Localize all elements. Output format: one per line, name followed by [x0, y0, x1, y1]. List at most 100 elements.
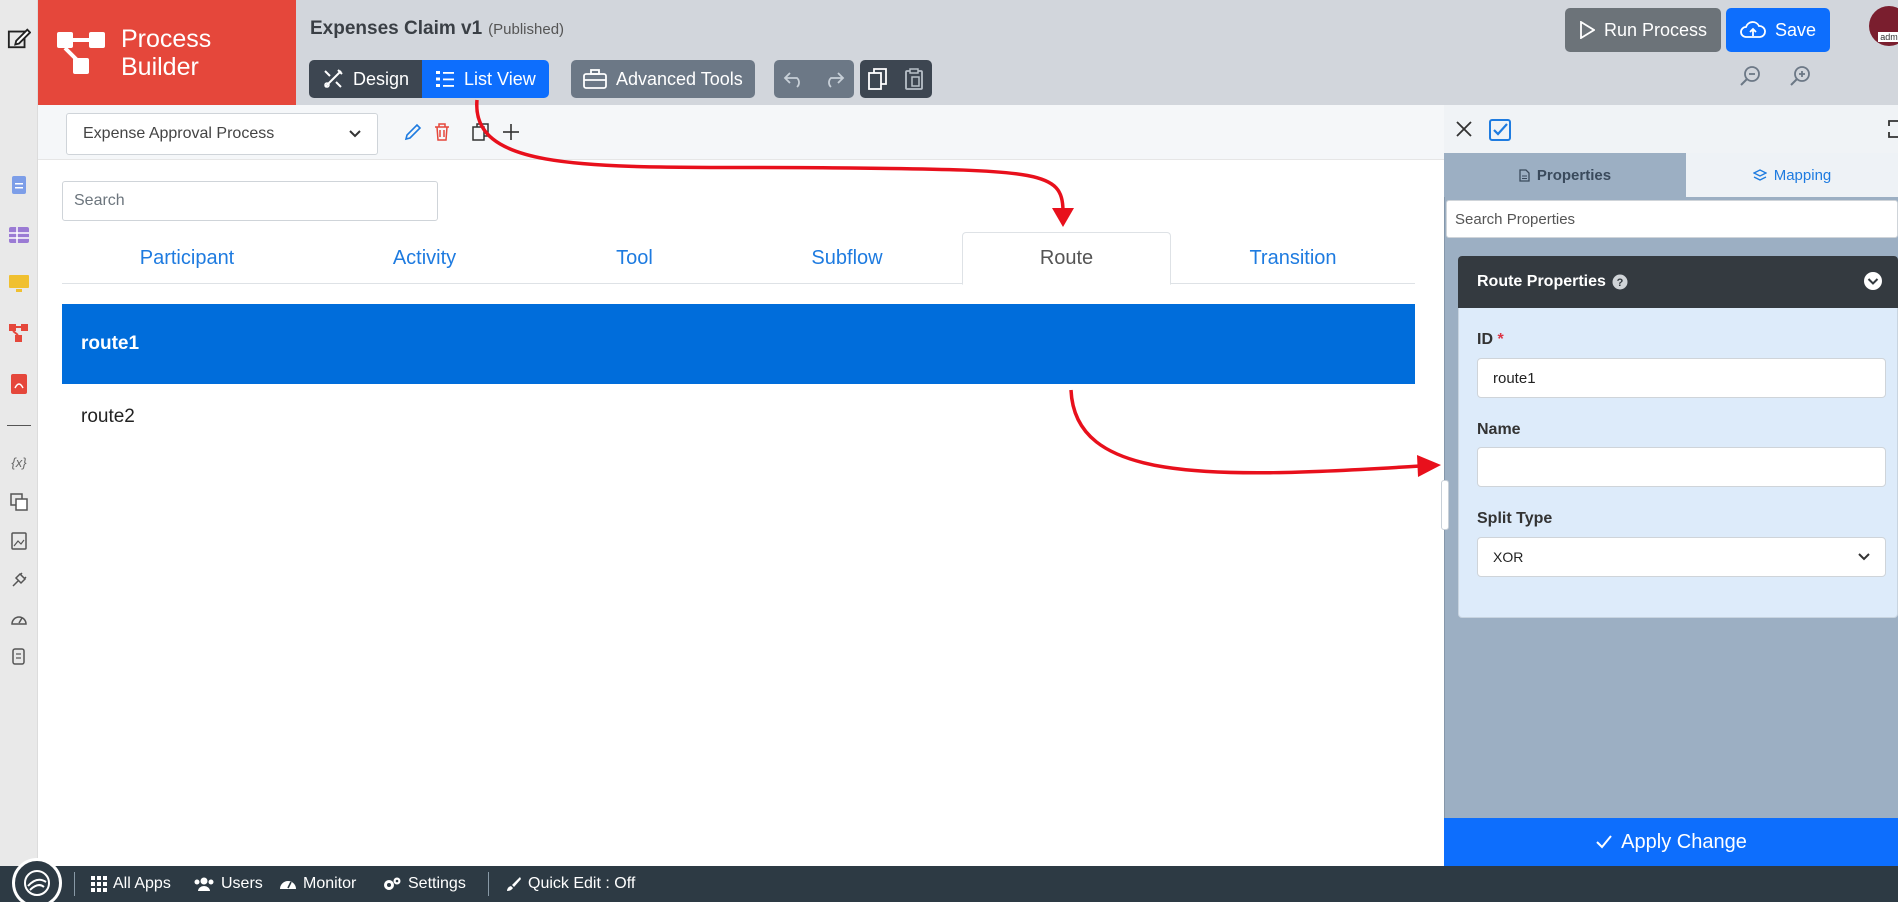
required-mark: *	[1497, 331, 1504, 348]
save-button[interactable]: Save	[1726, 8, 1831, 52]
platform-logo-icon[interactable]	[12, 858, 62, 902]
pdf-icon[interactable]	[7, 372, 31, 396]
name-label-text: Name	[1477, 421, 1521, 438]
route-properties-header[interactable]: Route Properties ?	[1458, 256, 1898, 308]
tab-participant[interactable]: Participant	[62, 232, 312, 284]
play-icon	[1580, 21, 1595, 39]
element-tabs: Participant Activity Tool Subflow Route …	[62, 232, 1415, 285]
edit-process-icon[interactable]	[404, 123, 422, 146]
copy-icon	[868, 68, 887, 90]
apply-change-label: Apply Change	[1621, 830, 1747, 853]
process-builder-logo-icon	[57, 31, 105, 74]
document-icon[interactable]	[7, 173, 31, 197]
design-button[interactable]: Design	[309, 60, 423, 98]
name-field[interactable]	[1477, 447, 1886, 487]
toolbox-icon	[583, 69, 607, 89]
app-logo[interactable]: Process Builder	[38, 0, 296, 105]
zoom-out-icon[interactable]	[1738, 64, 1762, 93]
advanced-tools-button[interactable]: Advanced Tools	[571, 60, 755, 98]
undo-redo-group	[774, 60, 854, 98]
footer-quick-edit-label: Quick Edit : Off	[528, 875, 636, 892]
list-view-label: List View	[464, 68, 536, 89]
tab-label: Subflow	[811, 246, 883, 269]
process-title: Expenses Claim v1	[310, 18, 483, 39]
footer-monitor[interactable]: Monitor	[279, 866, 356, 902]
process-select[interactable]: Expense Approval Process	[66, 113, 378, 155]
delete-process-icon[interactable]	[434, 123, 450, 146]
logo-line-1: Process	[121, 24, 212, 53]
save-group: Save	[1726, 8, 1831, 52]
check-icon	[1596, 835, 1612, 849]
split-type-select[interactable]: XOR	[1477, 537, 1886, 577]
left-rail: {x}	[0, 0, 38, 866]
plugin-icon[interactable]	[7, 568, 31, 592]
search-properties-input[interactable]	[1446, 200, 1898, 238]
chevron-down-icon	[1858, 553, 1870, 561]
undo-button[interactable]	[774, 60, 814, 98]
footer-users[interactable]: Users	[193, 866, 263, 902]
panel-toolbar	[1444, 105, 1898, 153]
tab-tool[interactable]: Tool	[537, 232, 732, 284]
expand-icon[interactable]	[1888, 120, 1898, 143]
panel-resize-handle[interactable]	[1441, 480, 1449, 530]
list-item-label: route2	[81, 406, 135, 427]
name-label: Name	[1477, 421, 1521, 439]
grid-icon	[91, 876, 107, 892]
redo-button[interactable]	[814, 60, 854, 98]
id-field[interactable]: route1	[1477, 358, 1886, 398]
variable-icon[interactable]: {x}	[7, 450, 31, 474]
id-field-value: route1	[1493, 369, 1536, 387]
copy-paste-group	[860, 60, 932, 98]
add-process-icon[interactable]	[502, 123, 520, 146]
zoom-in-icon[interactable]	[1788, 64, 1812, 93]
design-label: Design	[353, 68, 410, 89]
copy-process-icon[interactable]	[472, 123, 490, 146]
footer-quick-edit[interactable]: Quick Edit : Off	[506, 866, 635, 902]
save-label: Save	[1775, 19, 1817, 40]
translate-icon[interactable]	[7, 490, 31, 514]
performance-icon[interactable]	[7, 607, 31, 631]
process-icon[interactable]	[7, 321, 31, 345]
avatar-text: adm	[1878, 32, 1898, 42]
help-icon[interactable]: ?	[1612, 274, 1628, 290]
gauge-icon	[280, 881, 296, 889]
footer-users-label: Users	[221, 875, 263, 892]
apply-change-button[interactable]: Apply Change	[1444, 818, 1898, 866]
copy-button[interactable]	[860, 60, 896, 98]
process-select-value: Expense Approval Process	[83, 125, 275, 142]
footer-all-apps[interactable]: All Apps	[91, 866, 171, 902]
footer-all-apps-label: All Apps	[113, 875, 171, 892]
list-item[interactable]: route1	[62, 304, 1415, 384]
scroll-icon[interactable]	[7, 645, 31, 669]
datalist-icon[interactable]	[7, 223, 31, 247]
advanced-tools-group: Advanced Tools	[571, 60, 755, 98]
tab-label: Tool	[616, 246, 653, 269]
tab-subflow[interactable]: Subflow	[732, 232, 962, 284]
image-file-icon[interactable]	[7, 529, 31, 553]
tab-transition[interactable]: Transition	[1171, 232, 1415, 284]
publish-status: (Published)	[488, 21, 565, 38]
tab-properties[interactable]: Properties	[1444, 153, 1686, 197]
collapse-chevron-icon[interactable]	[1863, 271, 1883, 296]
tab-route[interactable]: Route	[962, 232, 1171, 285]
list-view-button[interactable]: List View	[422, 60, 549, 98]
search-input[interactable]	[62, 181, 438, 221]
paste-button[interactable]	[896, 60, 932, 98]
mapping-icon	[1752, 169, 1767, 181]
tab-mapping[interactable]: Mapping	[1686, 153, 1898, 197]
userview-icon[interactable]	[7, 272, 31, 296]
svg-text:?: ?	[1617, 277, 1624, 289]
close-icon[interactable]	[1455, 120, 1473, 143]
tab-activity[interactable]: Activity	[312, 232, 537, 284]
footer-settings[interactable]: Settings	[382, 866, 466, 902]
footer-monitor-label: Monitor	[303, 875, 357, 892]
brush-icon	[507, 877, 521, 891]
gears-icon	[384, 877, 401, 890]
list-item-label: route1	[81, 333, 140, 354]
footer-divider	[74, 872, 75, 896]
checkbox-icon[interactable]	[1488, 118, 1512, 147]
edit-icon[interactable]	[7, 26, 31, 50]
list-item[interactable]: route2	[62, 384, 1415, 450]
run-process-button[interactable]: Run Process	[1565, 8, 1722, 52]
footer-settings-label: Settings	[408, 875, 466, 892]
